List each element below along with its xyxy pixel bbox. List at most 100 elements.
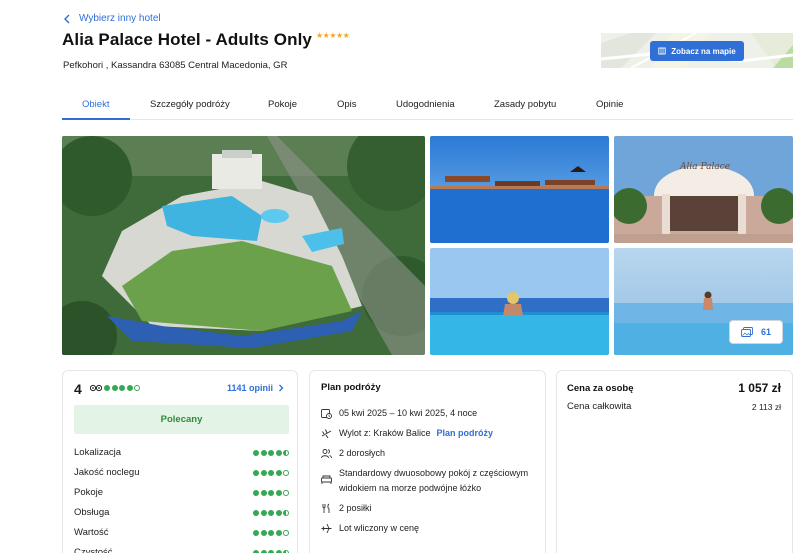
tab-zasady-pobytu[interactable]: Zasady pobytu — [494, 99, 556, 110]
chevron-right-icon — [279, 384, 284, 392]
hotel-name: Alia Palace Hotel - Adults Only — [62, 30, 312, 49]
rating-row: Obsługa — [74, 507, 289, 518]
rating-category-dots — [253, 489, 289, 496]
rating-dot — [253, 489, 259, 496]
rating-dot — [260, 529, 267, 536]
rating-dot — [283, 549, 289, 553]
entrance-photo[interactable]: Alia Palace — [614, 136, 793, 243]
plan-meals: 2 posiłki — [339, 503, 372, 513]
review-score: 4 — [74, 381, 82, 397]
rating-category-label: Jakość noclegu — [74, 467, 140, 478]
rating-dot — [260, 449, 267, 456]
woman-in-pool-image — [430, 248, 609, 355]
recommended-badge: Polecany — [74, 405, 289, 434]
tab-obiekt[interactable]: Obiekt — [82, 99, 109, 110]
rating-dot — [260, 509, 267, 516]
hotel-entrance-image: Alia Palace — [614, 136, 793, 243]
pool-sunset-photo[interactable] — [430, 136, 609, 243]
rating-row: Pokoje — [74, 487, 289, 498]
rating-dot — [283, 469, 289, 476]
rating-dot — [268, 489, 274, 496]
infinity-pool-image — [430, 136, 609, 243]
price-card: Cena za osobę 1 057 zł Cena całkowita 2 … — [556, 370, 793, 553]
hotel-address: Pefkohori , Kassandra 63085 Central Mace… — [63, 60, 288, 71]
map-icon — [658, 47, 666, 55]
rating-dot — [283, 489, 289, 496]
rating-category-dots — [253, 509, 289, 516]
gallery-count-button[interactable]: 61 — [729, 320, 783, 344]
rating-dot — [268, 549, 274, 553]
plan-dates-row: 05 kwi 2025 – 10 kwi 2025, 4 noce — [321, 406, 477, 421]
rating-dot — [268, 509, 274, 516]
rating-dot — [260, 549, 267, 553]
rating-dot — [275, 529, 282, 536]
rating-dot — [253, 469, 259, 476]
rating-row: Wartość — [74, 527, 289, 538]
tab-szczegoly-podrozy[interactable]: Szczegóły podróży — [150, 99, 230, 110]
travel-plan-link[interactable]: Plan podróży — [436, 428, 493, 438]
reviews-card: 4 1141 opinii Polecany Lokalizacja Jakość… — [62, 370, 298, 553]
aerial-hotel-image — [62, 136, 425, 355]
plan-guests: 2 dorosłych — [339, 448, 386, 458]
svg-text:Alia Palace: Alia Palace — [679, 162, 730, 172]
reviews-count-link[interactable]: 1141 opinii — [227, 383, 284, 393]
plan-dates: 05 kwi 2025 – 10 kwi 2025, 4 noce — [339, 408, 478, 418]
rating-category-label: Czystość — [74, 547, 113, 553]
plan-departure: Wylot z: Kraków Balice — [339, 428, 431, 438]
tab-udogodnienia[interactable]: Udogodnienia — [396, 99, 455, 110]
rating-row: Jakość noclegu — [74, 467, 289, 478]
rating-category-label: Obsługa — [74, 507, 110, 518]
back-link-label: Wybierz inny hotel — [79, 13, 161, 24]
rating-dot — [283, 509, 289, 516]
tripadvisor-rating — [90, 384, 140, 392]
rating-row: Lokalizacja — [74, 447, 289, 458]
tab-opinie[interactable]: Opinie — [596, 99, 623, 110]
rating-dot — [268, 449, 274, 456]
show-map-button[interactable]: Zobacz na mapie — [650, 41, 744, 61]
bed-icon — [321, 475, 332, 484]
rating-category-dots — [253, 449, 289, 456]
rating-dot — [268, 529, 274, 536]
rating-dot — [268, 469, 274, 476]
rating-dot — [275, 509, 282, 516]
travel-plan-card: Plan podróży 05 kwi 2025 – 10 kwi 2025, … — [309, 370, 546, 553]
plan-flight: Lot wliczony w cenę — [339, 523, 420, 533]
chevron-left-icon — [64, 14, 70, 23]
main-hotel-photo[interactable] — [62, 136, 425, 355]
tripadvisor-owl-icon — [90, 384, 102, 392]
price-per-person-value: 1 057 zł — [738, 381, 781, 395]
plan-departure-row: Wylot z: Kraków Balice Plan podróży — [321, 426, 493, 441]
plan-meals-row: 2 posiłki — [321, 501, 372, 516]
price-per-person-label: Cena za osobę — [567, 383, 634, 394]
reviews-count-label: 1141 opinii — [226, 383, 273, 393]
tab-pokoje[interactable]: Pokoje — [268, 99, 297, 110]
rating-dot — [111, 385, 118, 391]
tab-opis[interactable]: Opis — [337, 99, 357, 110]
gallery-count-label: 61 — [760, 327, 771, 337]
photos-icon — [741, 327, 753, 337]
rating-dot — [283, 449, 289, 456]
rating-category-dots — [253, 469, 289, 476]
calendar-clock-icon — [321, 409, 332, 419]
rating-dot — [275, 449, 282, 456]
rating-dot — [260, 469, 267, 476]
plane-icon — [321, 429, 332, 439]
show-map-label: Zobacz na mapie — [671, 46, 736, 56]
active-tab-indicator — [62, 118, 130, 120]
rating-dot — [283, 529, 289, 536]
rating-dot — [253, 549, 259, 553]
rating-dot — [119, 385, 125, 391]
pool-woman-photo[interactable] — [430, 248, 609, 355]
rating-category-dots — [253, 549, 289, 553]
total-price-value: 2 113 zł — [751, 402, 781, 412]
plan-room-row: Standardowy dwuosobowy pokój z częściowy… — [321, 466, 528, 496]
rating-category-label: Lokalizacja — [74, 447, 121, 458]
rating-dot — [260, 489, 267, 496]
plan-room-line2: widokiem na morze podwójne łóżko — [339, 483, 482, 493]
back-link[interactable]: Wybierz inny hotel — [63, 13, 161, 24]
travel-plan-title: Plan podróży — [321, 382, 381, 393]
hotel-title-row: Alia Palace Hotel - Adults Only ★★★★★ — [62, 30, 350, 50]
rating-dot — [275, 489, 282, 496]
review-score-dots — [104, 385, 140, 391]
rating-dot — [275, 549, 282, 553]
